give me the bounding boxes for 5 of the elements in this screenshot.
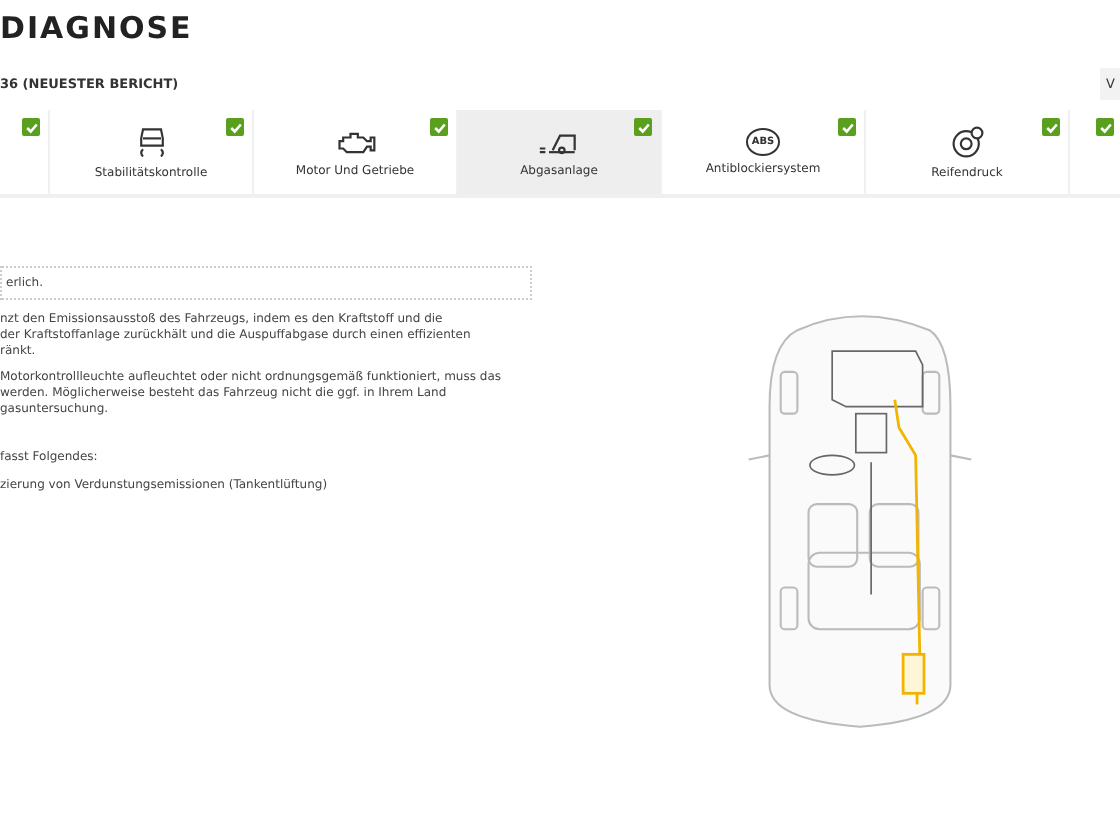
engine-icon: [333, 127, 377, 157]
tab[interactable]: [1070, 110, 1120, 194]
page-title: DIAGNOSE: [0, 8, 195, 46]
tab[interactable]: [0, 110, 48, 194]
tire-gauge-icon: [949, 124, 985, 160]
